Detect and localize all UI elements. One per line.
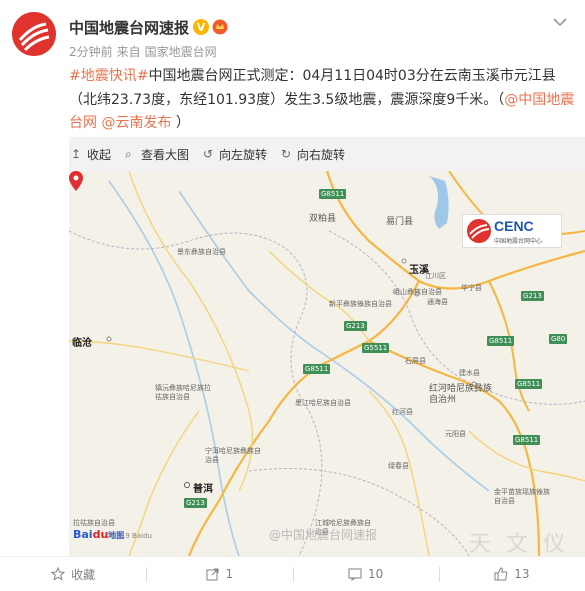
city-dot xyxy=(106,336,112,342)
collapse-button[interactable]: ↥ 收起 xyxy=(71,146,111,163)
post-source[interactable]: 国家地震台网 xyxy=(145,45,217,59)
favorite-button[interactable]: 收藏 xyxy=(0,557,146,591)
rotate-left-icon: ↺ xyxy=(203,147,214,161)
chevron-down-icon[interactable] xyxy=(550,14,570,30)
rotate-right-icon: ↻ xyxy=(281,147,292,161)
media-toolbar: ↥ 收起 ⌕ 查看大图 ↺ 向左旋转 ↻ 向右旋转 xyxy=(69,137,585,171)
member-crown-icon[interactable] xyxy=(212,19,228,35)
epicenter-pin-icon[interactable] xyxy=(69,171,83,191)
repost-count: 1 xyxy=(225,567,234,581)
map-label: 景东彝族自治县 xyxy=(177,248,226,256)
post-text: #地震快讯#中国地震台网正式测定：04月11日04时03分在云南玉溪市元江县（北… xyxy=(69,65,575,136)
cenc-logo: CENC 中国地震台网中心 xyxy=(462,214,562,248)
rotate-left-button[interactable]: ↺ 向左旋转 xyxy=(203,146,267,163)
map-label: 金平苗族瑶族傣族自治县 xyxy=(494,488,550,505)
map-label: 石屏县 xyxy=(405,357,426,365)
map-label: 元阳县 xyxy=(445,430,466,438)
user-name[interactable]: 中国地震台网速报 xyxy=(69,17,189,38)
comment-icon xyxy=(348,568,362,581)
favorite-label: 收藏 xyxy=(71,567,96,582)
action-bar: 收藏 1 10 13 xyxy=(0,556,585,591)
baidu-brand-part: Bai xyxy=(73,528,93,541)
rotate-right-button[interactable]: ↻ 向右旋转 xyxy=(281,146,345,163)
thumbs-up-icon xyxy=(494,567,508,581)
map-label: 江川区 xyxy=(425,272,446,280)
rotate-left-label: 向左旋转 xyxy=(219,147,268,162)
map-label: 双柏县 xyxy=(309,214,337,224)
weibo-watermark: @中国地震台网速报 xyxy=(269,528,378,542)
road-shield: G5511 xyxy=(362,343,390,353)
site-watermark: 天 文 仪 器 xyxy=(469,532,569,556)
map-label: 易门县 xyxy=(386,217,414,227)
post-header: 中国地震台网速报 V 2分钟前 来自 国家地震台网 xyxy=(0,0,585,64)
road-shield: G8511 xyxy=(319,189,347,199)
rotate-right-label: 向右旋转 xyxy=(297,147,346,162)
map-label: 普洱 xyxy=(193,484,213,495)
highway xyxy=(187,280,420,556)
hashtag-link[interactable]: #地震快讯# xyxy=(69,68,148,84)
cenc-logo-text: CENC xyxy=(494,218,534,234)
map-label: 红河县 xyxy=(392,408,413,416)
name-row: 中国地震台网速报 V xyxy=(69,16,228,38)
source-prefix: 来自 xyxy=(116,45,141,59)
map-label: 墨江哈尼族自治县 xyxy=(295,399,351,407)
view-large-button[interactable]: ⌕ 查看大图 xyxy=(125,146,189,163)
road-shield: G8511 xyxy=(513,435,541,445)
like-count: 13 xyxy=(514,567,530,581)
avatar[interactable] xyxy=(12,12,56,56)
mention-link-yunnan[interactable]: @云南发布 xyxy=(101,115,171,131)
post-meta: 2分钟前 来自 国家地震台网 xyxy=(69,43,221,60)
map-label: 新平彝族傣族自治县 xyxy=(329,300,392,308)
comment-button[interactable]: 10 xyxy=(292,557,439,591)
like-button[interactable]: 13 xyxy=(438,557,585,591)
collapse-label: 收起 xyxy=(87,147,112,162)
baidu-small-label: 拉祜族自治县 xyxy=(73,519,115,527)
repost-button[interactable]: 1 xyxy=(146,557,292,591)
post-close-paren: ） xyxy=(175,115,190,131)
map-label: 华宁县 xyxy=(461,284,482,292)
map-label: 建水县 xyxy=(459,369,480,377)
map-label: 宁洱哈尼族彝族自治县 xyxy=(205,447,261,464)
road-shield: G213 xyxy=(521,291,544,301)
city-dot xyxy=(184,482,190,488)
city-dot xyxy=(401,258,407,264)
magnifier-icon: ⌕ xyxy=(125,147,132,161)
cenc-logo-subtitle: 中国地震台网中心 xyxy=(494,238,543,245)
map-copyright: ©2019 Baidu xyxy=(105,532,152,540)
lake-shape xyxy=(429,176,449,229)
map-image[interactable]: 双柏县 易门县 景东彝族自治县 玉溪 江川区 临沧 华宁县 峨山彝族自治县 通海… xyxy=(69,171,585,556)
map-label: 临沧 xyxy=(72,338,92,349)
comment-count: 10 xyxy=(367,567,384,581)
media-card: ↥ 收起 ⌕ 查看大图 ↺ 向左旋转 ↻ 向右旋转 双柏县 易门县 景东彝族自治… xyxy=(69,137,585,556)
road-shield: G213 xyxy=(344,321,367,331)
road xyxy=(128,171,253,492)
star-icon xyxy=(51,567,66,581)
map-label: 绿春县 xyxy=(388,462,409,470)
arrow-up-icon: ↥ xyxy=(71,147,82,161)
map-label: 通海县 xyxy=(427,298,448,306)
road-shield: G8511 xyxy=(303,364,331,374)
view-large-label: 查看大图 xyxy=(141,147,190,162)
road-shield: G8511 xyxy=(515,379,543,389)
highway xyxy=(368,340,541,556)
map-label: 镇沅彝族哈尼族拉祜族自治县 xyxy=(155,384,211,401)
road-shield: G80 xyxy=(549,334,568,344)
post-time[interactable]: 2分钟前 xyxy=(69,45,113,59)
map-label: 峨山彝族自治县 xyxy=(393,288,442,296)
map-label: 红河哈尼族彝族自治州 xyxy=(429,384,493,405)
verified-v-icon[interactable]: V xyxy=(193,19,210,35)
repost-icon xyxy=(206,568,219,581)
cenc-logo-icon xyxy=(467,219,491,243)
road-shield: G213 xyxy=(184,498,207,508)
road xyxy=(69,340,250,372)
cenc-avatar-logo-icon xyxy=(12,12,56,56)
road-shield: G8511 xyxy=(487,336,515,346)
river xyxy=(178,190,490,492)
